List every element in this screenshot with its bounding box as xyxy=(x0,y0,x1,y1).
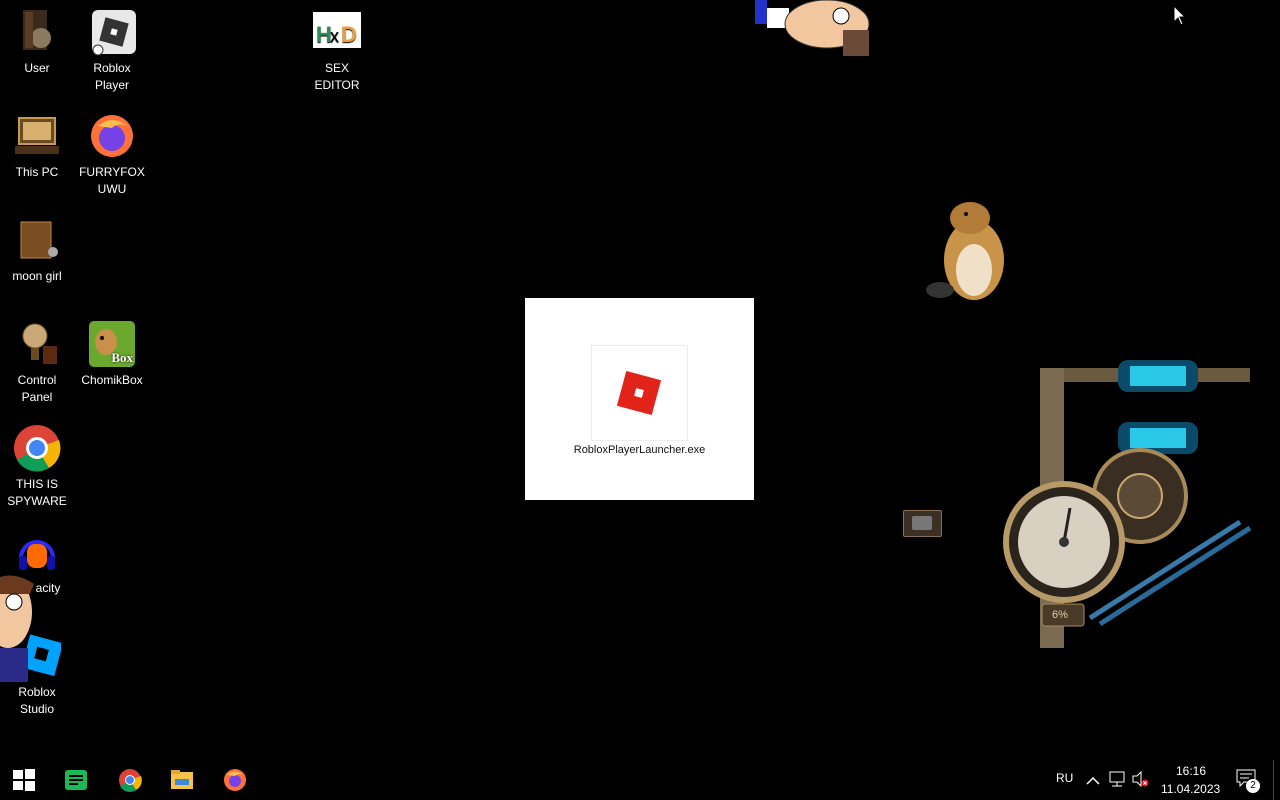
desktop-icon-roblox-player[interactable]: Roblox Player xyxy=(77,8,147,94)
action-center-button[interactable]: 2 xyxy=(1236,769,1260,793)
desktop-icon-chomikbox[interactable]: Box ChomikBox xyxy=(77,320,147,389)
launcher-filename: RobloxPlayerLauncher.exe xyxy=(573,444,706,456)
roblox-file-tile[interactable] xyxy=(591,345,688,441)
desktop-icon-label: FURRYFOX UWU xyxy=(79,165,145,196)
desktop-icon-furryfox-uwu[interactable]: FURRYFOX UWU xyxy=(77,112,147,198)
chrome-icon xyxy=(119,769,142,792)
desktop-icon-label: ChomikBox xyxy=(81,373,143,387)
taskbar-firefox[interactable] xyxy=(211,760,259,800)
chomikbox-icon: Box xyxy=(88,320,136,368)
desktop-icon-this-is-spyware[interactable]: THIS IS SPYWARE xyxy=(2,424,72,510)
folder-icon xyxy=(13,216,61,264)
svg-text:x: x xyxy=(330,26,339,46)
language-indicator[interactable]: RU xyxy=(1056,771,1073,785)
taskbar-notes-app[interactable] xyxy=(52,760,100,800)
chrome-icon xyxy=(13,424,61,472)
desktop-icon-user[interactable]: User xyxy=(2,8,72,77)
audacity-icon xyxy=(13,528,61,576)
desktop-icon-sex-editor[interactable]: HxD SEX EDITOR xyxy=(302,8,372,94)
user-folder-icon xyxy=(13,8,61,56)
clock-date[interactable]: 11.04.2023 xyxy=(1161,782,1220,796)
start-icon xyxy=(13,769,35,791)
desktop-icon-control-panel[interactable]: Control Panel xyxy=(2,320,72,406)
hxd-editor-icon: HxD xyxy=(313,8,361,56)
roblox-logo-icon xyxy=(616,370,662,416)
desktop-icon-this-pc[interactable]: This PC xyxy=(2,112,72,181)
file-explorer-icon xyxy=(171,770,193,789)
computer-icon xyxy=(13,112,61,160)
svg-text:D: D xyxy=(341,22,357,47)
volume-gadget-button[interactable] xyxy=(903,510,942,537)
firefox-icon xyxy=(88,112,136,160)
tray-overflow-chevron-icon[interactable] xyxy=(1086,773,1100,791)
desktop-icon-label: Control Panel xyxy=(17,373,57,404)
roblox-player-icon xyxy=(88,8,136,56)
taskbar-chrome[interactable] xyxy=(106,760,154,800)
notes-icon xyxy=(65,770,87,790)
control-panel-icon xyxy=(13,320,61,368)
steampunk-system-gadget: 6% xyxy=(1000,348,1256,648)
desktop-icon-label: SEX EDITOR xyxy=(314,61,360,92)
taskbar-file-explorer[interactable] xyxy=(158,760,206,800)
desktop-icon-label: Roblox Player xyxy=(93,61,131,92)
clock-time[interactable]: 16:16 xyxy=(1176,764,1206,778)
desktop-icon-label: THIS IS SPYWARE xyxy=(7,477,67,508)
volume-muted-icon[interactable] xyxy=(1132,770,1150,792)
taskbar: RU 16:16 11.04.2023 2 xyxy=(0,760,1280,800)
desktop-icon-label: User xyxy=(24,61,50,75)
speaker-icon xyxy=(912,516,932,530)
notification-count-badge: 2 xyxy=(1246,779,1260,793)
mouse-cursor xyxy=(1173,4,1187,31)
cartoon-character-overlay-top xyxy=(755,0,871,58)
cartoon-character-overlay-left xyxy=(0,572,36,682)
desktop-icon-moon-girl[interactable]: moon girl xyxy=(2,216,72,285)
firefox-icon xyxy=(224,769,246,791)
chomikbox-badge: Box xyxy=(111,350,133,365)
desktop-icon-label: This PC xyxy=(15,165,59,179)
desktop-icon-label: Roblox Studio xyxy=(18,685,56,716)
hamster-desktop-pet xyxy=(926,198,1010,304)
show-desktop-button[interactable] xyxy=(1273,760,1280,800)
network-icon[interactable] xyxy=(1108,771,1126,792)
start-button[interactable] xyxy=(0,760,48,800)
roblox-launcher-splash: RobloxPlayerLauncher.exe xyxy=(525,298,754,500)
gauge-percent-label: 6% xyxy=(1052,609,1068,621)
desktop-icon-label: moon girl xyxy=(12,269,62,283)
